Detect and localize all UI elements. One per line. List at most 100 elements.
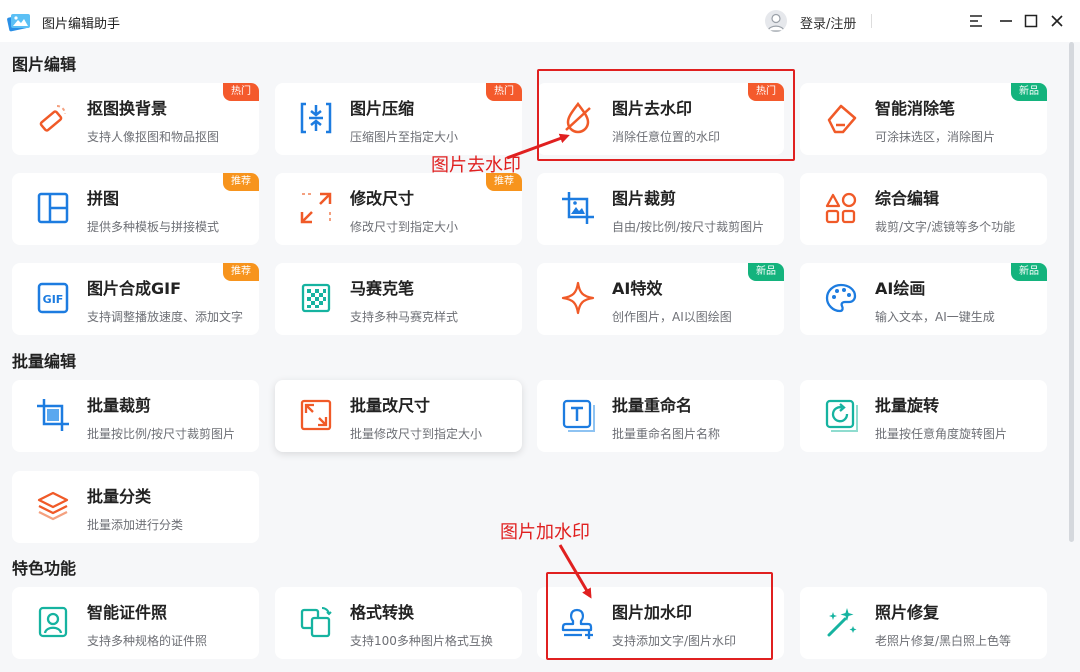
card-resize[interactable]: 修改尺寸 修改尺寸到指定大小 推荐 <box>275 173 522 245</box>
card-description: 支持多种规格的证件照 <box>87 634 208 648</box>
login-register-link[interactable]: 登录/注册 <box>800 13 856 32</box>
card-collage[interactable]: 拼图 提供多种模板与拼接模式 推荐 <box>12 173 259 245</box>
card-title: 修改尺寸 <box>350 189 415 208</box>
card-add-watermark[interactable]: 图片加水印 支持添加文字/图片水印 <box>537 587 784 659</box>
section-title-batch-edit: 批量编辑 <box>12 352 77 371</box>
card-ai-paint[interactable]: AI绘画 输入文本，AI一键生成 新品 <box>800 263 1047 335</box>
crop-icon <box>559 189 597 227</box>
card-title: 智能消除笔 <box>875 99 956 118</box>
card-description: 修改尺寸到指定大小 <box>350 220 459 234</box>
card-matting[interactable]: 抠图换背景 支持人像抠图和物品抠图 热门 <box>12 83 259 155</box>
card-title: 图片去水印 <box>612 99 693 118</box>
card-title: 格式转换 <box>350 603 415 622</box>
badge-hot: 热门 <box>486 83 522 101</box>
card-description: 可涂抹选区，消除图片 <box>875 130 996 144</box>
card-batch-rotate[interactable]: 批量旋转 批量按任意角度旋转图片 <box>800 380 1047 452</box>
card-batch-classify[interactable]: 批量分类 批量添加进行分类 <box>12 471 259 543</box>
card-description: 压缩图片至指定大小 <box>350 130 459 144</box>
rotate-icon <box>822 396 860 434</box>
card-description: 创作图片，AI以图绘图 <box>612 310 732 324</box>
minimize-icon <box>1000 20 1012 22</box>
card-description: 批量添加进行分类 <box>87 518 184 532</box>
maximize-button[interactable] <box>1021 11 1041 31</box>
badge-recommend: 推荐 <box>223 173 259 191</box>
section-title-image-edit: 图片编辑 <box>12 55 77 74</box>
card-description: 批量按任意角度旋转图片 <box>875 427 1008 441</box>
card-title: 图片合成GIF <box>87 279 182 298</box>
card-title: 批量旋转 <box>875 396 940 415</box>
menu-icon <box>970 15 982 27</box>
magic-wand-icon <box>822 603 860 641</box>
card-description: 裁剪/文字/滤镜等多个功能 <box>875 220 1016 234</box>
scrollbar[interactable] <box>1069 42 1074 542</box>
card-gif[interactable]: GIF 图片合成GIF 支持调整播放速度、添加文字 推荐 <box>12 263 259 335</box>
card-title: 批量重命名 <box>612 396 693 415</box>
close-icon <box>1051 15 1063 27</box>
card-description: 支持人像抠图和物品抠图 <box>87 130 220 144</box>
card-description: 支持添加文字/图片水印 <box>612 634 737 648</box>
card-format-convert[interactable]: 格式转换 支持100多种图片格式互换 <box>275 587 522 659</box>
card-smart-eraser[interactable]: 智能消除笔 可涂抹选区，消除图片 新品 <box>800 83 1047 155</box>
card-description: 支持100多种图片格式互换 <box>350 634 493 648</box>
card-title: AI特效 <box>612 279 663 298</box>
card-title: 图片加水印 <box>612 603 693 622</box>
card-id-photo[interactable]: 智能证件照 支持多种规格的证件照 <box>12 587 259 659</box>
annotation-remove-watermark: 图片去水印 <box>431 155 521 176</box>
card-description: 老照片修复/黑白照上色等 <box>875 634 1012 648</box>
card-crop[interactable]: 图片裁剪 自由/按比例/按尺寸裁剪图片 <box>537 173 784 245</box>
convert-icon <box>297 603 335 641</box>
menu-button[interactable] <box>966 11 986 31</box>
titlebar-divider <box>871 14 872 28</box>
maximize-icon <box>1024 14 1038 28</box>
avatar-icon[interactable] <box>765 10 787 32</box>
annotation-add-watermark: 图片加水印 <box>500 522 590 543</box>
resize-icon <box>297 189 335 227</box>
card-title: 批量改尺寸 <box>350 396 431 415</box>
title-bar: 图片编辑助手 登录/注册 <box>0 0 1080 42</box>
card-title: 马赛克笔 <box>350 279 415 298</box>
card-title: 照片修复 <box>875 603 940 622</box>
close-button[interactable] <box>1047 11 1067 31</box>
card-description: 支持调整播放速度、添加文字 <box>87 310 244 324</box>
card-batch-rename[interactable]: 批量重命名 批量重命名图片名称 <box>537 380 784 452</box>
card-photo-restore[interactable]: 照片修复 老照片修复/黑白照上色等 <box>800 587 1047 659</box>
badge-hot: 热门 <box>223 83 259 101</box>
card-description: 批量修改尺寸到指定大小 <box>350 427 483 441</box>
badge-hot: 热门 <box>748 83 784 101</box>
mosaic-icon <box>297 279 335 317</box>
badge-new: 新品 <box>1011 263 1047 281</box>
card-description: 提供多种模板与拼接模式 <box>87 220 220 234</box>
card-title: 批量分类 <box>87 487 152 506</box>
card-mosaic[interactable]: 马赛克笔 支持多种马赛克样式 <box>275 263 522 335</box>
card-description: 自由/按比例/按尺寸裁剪图片 <box>612 220 765 234</box>
remove-watermark-icon <box>559 99 597 137</box>
card-description: 支持多种马赛克样式 <box>350 310 459 324</box>
section-title-features: 特色功能 <box>12 559 77 578</box>
batch-crop-icon <box>34 396 72 434</box>
badge-new: 新品 <box>1011 83 1047 101</box>
minimize-button[interactable] <box>996 11 1016 31</box>
card-batch-crop[interactable]: 批量裁剪 批量按比例/按尺寸裁剪图片 <box>12 380 259 452</box>
card-title: 智能证件照 <box>87 603 168 622</box>
rename-text-icon <box>559 396 597 434</box>
svg-text:GIF: GIF <box>43 293 64 306</box>
layers-icon <box>34 487 72 525</box>
stamp-icon <box>559 603 597 641</box>
card-compress[interactable]: 图片压缩 压缩图片至指定大小 热门 <box>275 83 522 155</box>
collage-icon <box>34 189 72 227</box>
card-title: 综合编辑 <box>875 189 940 208</box>
card-remove-watermark[interactable]: 图片去水印 消除任意位置的水印 热门 <box>537 83 784 155</box>
card-description: 输入文本，AI一键生成 <box>875 310 995 324</box>
card-ai-effects[interactable]: AI特效 创作图片，AI以图绘图 新品 <box>537 263 784 335</box>
card-description: 批量重命名图片名称 <box>612 427 721 441</box>
badge-new: 新品 <box>748 263 784 281</box>
id-photo-icon <box>34 603 72 641</box>
card-title: 图片裁剪 <box>612 189 677 208</box>
eraser-cutout-icon <box>34 99 72 137</box>
card-title: 批量裁剪 <box>87 396 152 415</box>
card-description: 消除任意位置的水印 <box>612 130 721 144</box>
card-batch-resize[interactable]: 批量改尺寸 批量修改尺寸到指定大小 <box>275 380 522 452</box>
card-combo-edit[interactable]: 综合编辑 裁剪/文字/滤镜等多个功能 <box>800 173 1047 245</box>
card-description: 批量按比例/按尺寸裁剪图片 <box>87 427 236 441</box>
app-title: 图片编辑助手 <box>42 17 121 32</box>
